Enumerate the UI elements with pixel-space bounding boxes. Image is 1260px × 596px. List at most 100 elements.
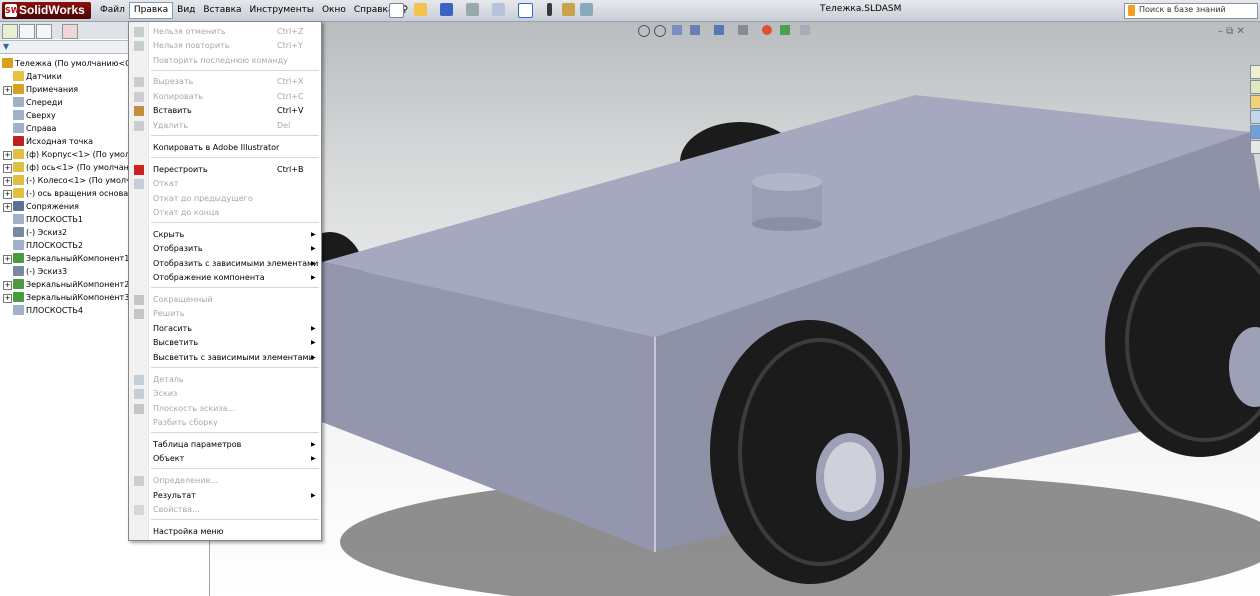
tree-item[interactable]: + (ф) Корпус<1> (По умолча [3,148,140,161]
appearances-icon[interactable] [1250,125,1260,139]
edit-menu-item[interactable]: Погасить ▶ [129,322,321,336]
expand-icon[interactable]: + [3,164,12,173]
tree-root-assembly[interactable]: Тележка (По умолчанию<Сос [2,57,140,70]
definition-icon [134,476,144,486]
zoom-area-icon[interactable] [654,25,666,37]
tree-item-label: ЗеркальныйКомпонент1 [26,254,130,263]
tree-item[interactable]: Сверху [13,109,56,122]
menu-item-label: Погасить [153,324,192,333]
tree-item[interactable]: Исходная точка [13,135,93,148]
menu-edit[interactable]: Правка [128,2,174,19]
feature-tree-tab-icon[interactable] [2,24,18,39]
file-properties-icon[interactable] [580,3,593,16]
menu-insert[interactable]: Вставка [199,2,245,19]
print-icon[interactable] [466,3,479,16]
tree-item[interactable]: + ЗеркальныйКомпонент1 [3,252,129,265]
edit-menu-item[interactable]: Высветить с зависимыми элементами ▶ [129,351,321,365]
hide-show-icon[interactable] [738,25,748,35]
edit-menu-item[interactable]: Объект ▶ [129,452,321,466]
edit-menu-item[interactable]: Вставить Ctrl+V [129,104,321,118]
tree-item[interactable]: Справа [13,122,56,135]
design-library-icon[interactable] [1250,80,1260,94]
expand-icon[interactable]: + [3,203,12,212]
filter-funnel-icon[interactable]: ▼ [3,42,9,51]
tree-item[interactable]: + Примечания [3,83,78,96]
mirror-icon [13,253,24,263]
edit-menu-item[interactable]: Копировать в Adobe Illustrator [129,141,321,155]
edit-menu-item[interactable]: Высветить ▶ [129,336,321,350]
window-controls[interactable]: – ⧉ ✕ [1218,26,1245,37]
menu-view[interactable]: Вид [173,2,199,19]
display-manager-tab-icon[interactable] [62,24,78,39]
expand-icon[interactable]: + [3,86,12,95]
edit-menu-item[interactable]: Отобразить ▶ [129,242,321,256]
new-document-icon[interactable] [389,3,404,18]
menu-item-label: Удалить [153,121,188,130]
expand-icon[interactable]: + [3,255,12,264]
tree-item[interactable]: Спереди [13,96,62,109]
property-manager-tab-icon[interactable] [19,24,35,39]
undo-icon[interactable] [492,3,505,16]
assembly-icon [2,58,13,68]
custom-properties-icon[interactable] [1250,140,1260,154]
edit-menu-item: Сокращенный [129,293,321,307]
edit-menu-item[interactable]: Настройка меню [129,525,321,539]
edit-sketch-icon [134,389,144,399]
view-orientation-icon[interactable] [690,25,700,35]
zoom-fit-icon[interactable] [638,25,650,37]
edit-menu-item[interactable]: Таблица параметров ▶ [129,438,321,452]
solidworks-resources-icon[interactable] [1250,65,1260,79]
options-icon[interactable] [562,3,575,16]
menu-item-label: Отображение компонента [153,273,265,282]
edit-menu-item[interactable]: Скрыть ▶ [129,228,321,242]
edit-menu-item[interactable]: Отображение компонента ▶ [129,271,321,285]
tree-item[interactable]: (-) Эскиз2 [13,226,67,239]
expand-icon[interactable]: + [3,151,12,160]
tree-item[interactable]: ПЛОСКОСТЬ4 [13,304,83,317]
cut-icon [134,77,144,87]
tree-item[interactable]: + ЗеркальныйКомпонент3 [3,291,129,304]
knowledge-base-search-input[interactable]: Поиск в базе знаний [1124,3,1258,19]
display-style-icon[interactable] [714,25,724,35]
tree-item[interactable]: + ЗеркальныйКомпонент2 [3,278,129,291]
graphics-viewport[interactable]: – ⧉ ✕ [210,22,1260,596]
edit-menu-item[interactable]: Перестроить Ctrl+B [129,163,321,177]
scene-icon[interactable] [780,25,790,35]
file-explorer-icon[interactable] [1250,95,1260,109]
tree-item[interactable]: + Сопряжения [3,200,79,213]
menu-tools[interactable]: Инструменты [246,2,318,19]
cart-3d-model[interactable] [210,22,1260,596]
tree-item-label: (-) Колесо<1> (По умолчан [26,176,141,185]
search-placeholder: Поиск в базе знаний [1139,5,1226,14]
part-icon [13,149,24,159]
tree-item[interactable]: ПЛОСКОСТЬ1 [13,213,83,226]
tree-item[interactable]: Датчики [13,70,62,83]
menu-file[interactable]: Файл [96,2,129,19]
menu-window[interactable]: Окно [318,2,350,19]
select-arrow-icon[interactable] [518,3,533,18]
section-view-icon[interactable] [672,25,682,35]
save-icon[interactable] [440,3,453,16]
expand-icon[interactable]: + [3,294,12,303]
view-palette-icon[interactable] [1250,110,1260,124]
edit-part-icon [134,375,144,385]
edit-menu-item[interactable]: Отобразить с зависимыми элементами ▶ [129,257,321,271]
tree-item[interactable]: + (-) ось вращения основани [3,187,139,200]
rebuild-traffic-light-icon[interactable] [547,3,552,16]
expand-icon[interactable]: + [3,281,12,290]
tree-item[interactable]: + (-) Колесо<1> (По умолчан [3,174,141,187]
open-folder-icon[interactable] [414,3,427,16]
menu-separator [151,157,319,158]
tree-item[interactable]: ПЛОСКОСТЬ2 [13,239,83,252]
edit-menu-item[interactable]: Результат ▶ [129,489,321,503]
expand-icon[interactable]: + [3,190,12,199]
expand-icon[interactable]: + [3,177,12,186]
edit-menu-item: Вырезать Ctrl+X [129,75,321,89]
solidworks-logo[interactable]: SW SolidWorks [2,2,91,19]
configuration-manager-tab-icon[interactable] [36,24,52,39]
menu-item-label: Высветить [153,338,199,347]
appearance-icon[interactable] [762,25,772,35]
tree-item[interactable]: (-) Эскиз3 [13,265,67,278]
tree-item[interactable]: + (ф) ось<1> (По умолчани [3,161,134,174]
view-settings-icon[interactable] [800,25,810,35]
